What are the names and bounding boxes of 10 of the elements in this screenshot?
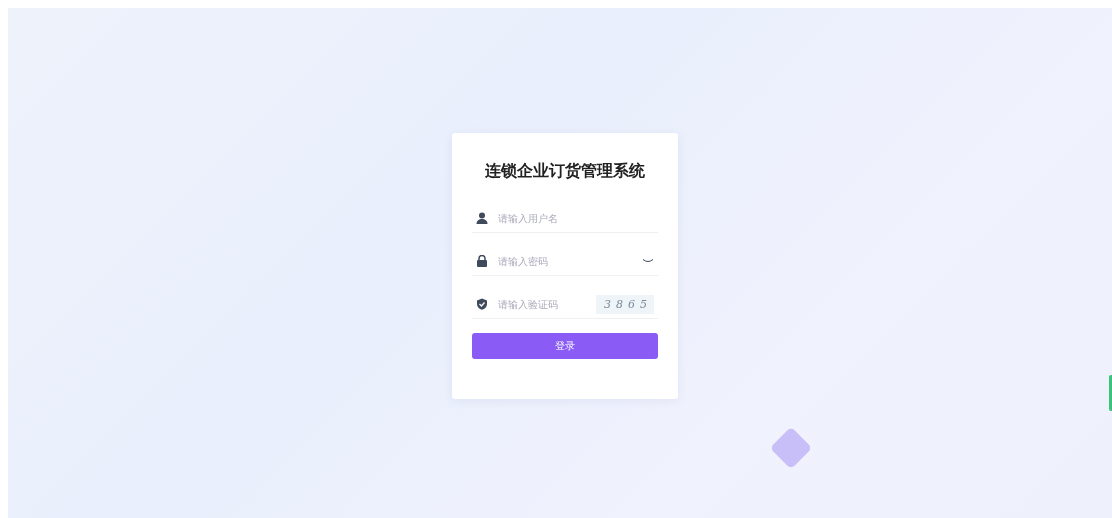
user-icon	[476, 212, 488, 224]
login-title: 连锁企业订货管理系统	[484, 161, 646, 182]
login-button[interactable]: 登录	[472, 333, 658, 359]
shield-icon	[476, 298, 488, 310]
input-field[interactable]: 请输入验证码	[496, 297, 596, 311]
input-field[interactable]: 请输入用户名	[496, 211, 654, 225]
lock-icon	[476, 255, 488, 267]
closed-eye-icon[interactable]	[642, 258, 654, 264]
input-field[interactable]: 请输入密码	[496, 254, 642, 268]
captcha-image[interactable]: 3865	[596, 294, 654, 314]
